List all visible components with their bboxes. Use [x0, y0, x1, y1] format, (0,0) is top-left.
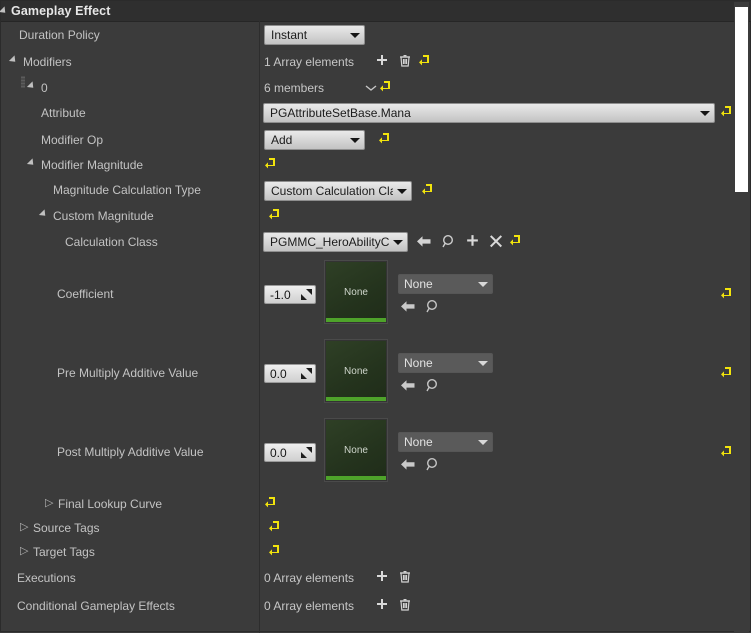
gameplay-effect-details-panel: Gameplay Effect Duration Policy Instant …	[0, 0, 751, 633]
post-multiply-curve-thumbnail[interactable]: None	[324, 418, 388, 482]
panel-expander-icon[interactable]	[1, 6, 11, 16]
chevron-down-icon	[700, 110, 710, 116]
page-title: Gameplay Effect	[11, 4, 111, 18]
coefficient-curve-dropdown[interactable]: None	[398, 274, 493, 294]
delete-all-elements-icon[interactable]	[398, 54, 412, 68]
column-splitter[interactable]	[259, 21, 260, 633]
post-multiply-curve-dropdown[interactable]: None	[398, 432, 493, 452]
scrollbar-thumb[interactable]	[735, 7, 748, 192]
label-modifiers: Modifiers	[23, 55, 72, 69]
post-multiply-number-field[interactable]: 0.0	[264, 443, 316, 462]
label-pre-multiply-additive-value: Pre Multiply Additive Value	[57, 366, 199, 380]
final-lookup-curve-expander-icon[interactable]	[45, 496, 56, 513]
reset-to-default-icon[interactable]	[265, 496, 277, 509]
modifier-op-dropdown[interactable]: Add	[264, 130, 365, 150]
scrollbar-track[interactable]	[734, 2, 749, 632]
label-conditional-gameplay-effects: Conditional Gameplay Effects	[17, 599, 175, 613]
label-modifier-op: Modifier Op	[41, 133, 104, 147]
duration-policy-dropdown[interactable]: Instant	[264, 25, 365, 45]
asset-type-bar	[326, 397, 386, 401]
reset-to-default-icon[interactable]	[380, 80, 392, 93]
element-0-member-count: 6 members	[264, 81, 325, 95]
reset-to-default-icon[interactable]	[721, 445, 733, 458]
label-modifier-magnitude: Modifier Magnitude	[41, 158, 144, 172]
chevron-down-icon	[478, 360, 488, 366]
reset-to-default-icon[interactable]	[721, 287, 733, 300]
back-arrow-icon[interactable]	[400, 457, 416, 472]
label-element-0: 0	[41, 81, 48, 95]
reset-to-default-icon[interactable]	[419, 54, 431, 67]
label-final-lookup-curve: Final Lookup Curve	[58, 497, 163, 511]
element-0-expander-icon[interactable]	[29, 81, 39, 91]
new-asset-icon[interactable]	[465, 234, 480, 249]
attribute-dropdown[interactable]: PGAttributeSetBase.Mana	[263, 103, 715, 123]
calculation-class-dropdown[interactable]: PGMMC_HeroAbilityCost	[263, 232, 408, 252]
back-arrow-icon[interactable]	[416, 234, 432, 249]
asset-type-bar	[326, 318, 386, 322]
reset-to-default-icon[interactable]	[269, 520, 281, 533]
pre-multiply-number-field[interactable]: 0.0	[264, 364, 316, 383]
reset-to-default-icon[interactable]	[265, 157, 277, 170]
add-element-icon[interactable]	[375, 54, 389, 68]
chevron-down-icon	[350, 32, 360, 38]
reset-to-default-icon[interactable]	[422, 183, 434, 196]
reset-to-default-icon[interactable]	[379, 132, 391, 145]
target-tags-expander-icon[interactable]	[20, 544, 31, 561]
modifier-magnitude-expander-icon[interactable]	[29, 158, 39, 168]
reorder-handle[interactable]	[21, 76, 25, 88]
modifiers-array-count: 1 Array elements	[264, 55, 355, 69]
browse-icon[interactable]	[425, 457, 441, 472]
delete-all-elements-icon[interactable]	[398, 598, 412, 612]
coefficient-number-field[interactable]: -1.0	[264, 285, 316, 304]
pre-multiply-curve-dropdown[interactable]: None	[398, 353, 493, 373]
panel-header[interactable]: Gameplay Effect	[1, 1, 751, 22]
magnitude-calculation-type-dropdown[interactable]: Custom Calculation Class	[264, 181, 412, 201]
label-source-tags: Source Tags	[33, 521, 100, 535]
back-arrow-icon[interactable]	[400, 299, 416, 314]
browse-icon[interactable]	[441, 234, 457, 249]
delete-all-elements-icon[interactable]	[398, 570, 412, 584]
pre-multiply-curve-thumbnail[interactable]: None	[324, 339, 388, 403]
label-magnitude-calculation-type: Magnitude Calculation Type	[53, 183, 201, 197]
chevron-down-icon	[478, 439, 488, 445]
chevron-down-icon	[393, 239, 403, 245]
chevron-down-icon	[397, 188, 407, 194]
custom-magnitude-expander-icon[interactable]	[41, 209, 51, 219]
asset-type-bar	[326, 476, 386, 480]
reset-to-default-icon[interactable]	[721, 105, 733, 118]
label-attribute: Attribute	[41, 106, 86, 120]
reset-to-default-icon[interactable]	[269, 208, 281, 221]
back-arrow-icon[interactable]	[400, 378, 416, 393]
conditional-gameplay-effects-array-count: 0 Array elements	[264, 599, 355, 613]
label-calculation-class: Calculation Class	[65, 235, 158, 249]
clear-icon[interactable]	[489, 234, 503, 248]
element-0-options-icon[interactable]	[365, 84, 377, 92]
label-post-multiply-additive-value: Post Multiply Additive Value	[57, 445, 204, 459]
add-element-icon[interactable]	[375, 570, 389, 584]
drag-value-icon[interactable]	[301, 368, 312, 379]
browse-icon[interactable]	[425, 299, 441, 314]
label-executions: Executions	[17, 571, 76, 585]
coefficient-curve-thumbnail[interactable]: None	[324, 260, 388, 324]
chevron-down-icon	[478, 281, 488, 287]
label-target-tags: Target Tags	[33, 545, 95, 559]
label-custom-magnitude: Custom Magnitude	[53, 209, 154, 223]
executions-array-count: 0 Array elements	[264, 571, 355, 585]
reset-to-default-icon[interactable]	[721, 366, 733, 379]
modifiers-expander-icon[interactable]	[11, 55, 21, 65]
source-tags-expander-icon[interactable]	[20, 520, 31, 537]
drag-value-icon[interactable]	[301, 289, 312, 300]
reset-to-default-icon[interactable]	[269, 544, 281, 557]
reset-to-default-icon[interactable]	[510, 234, 522, 247]
drag-value-icon[interactable]	[301, 447, 312, 458]
chevron-down-icon	[350, 137, 360, 143]
browse-icon[interactable]	[425, 378, 441, 393]
add-element-icon[interactable]	[375, 598, 389, 612]
label-duration-policy: Duration Policy	[19, 28, 100, 42]
label-coefficient: Coefficient	[57, 287, 114, 301]
